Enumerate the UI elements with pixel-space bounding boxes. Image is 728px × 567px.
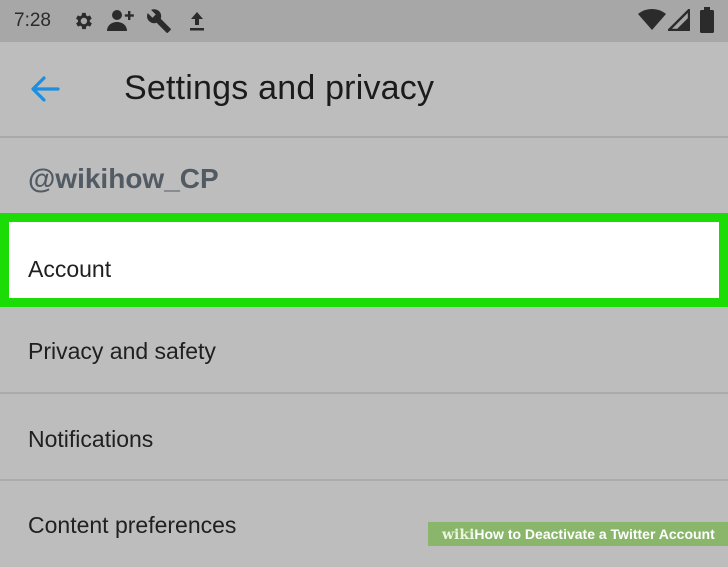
menu-item-privacy-and-safety[interactable]: Privacy and safety bbox=[0, 307, 728, 393]
menu-item-account[interactable]: Account bbox=[0, 213, 728, 307]
wrench-icon bbox=[147, 9, 171, 33]
battery-icon bbox=[700, 7, 714, 33]
watermark-brand: wiki bbox=[442, 527, 475, 543]
menu-item-label: Account bbox=[28, 256, 112, 282]
upload-icon bbox=[190, 12, 204, 31]
menu-item-label: Privacy and safety bbox=[28, 338, 216, 364]
status-time: 7:28 bbox=[14, 10, 51, 31]
signal-icon bbox=[668, 9, 690, 31]
watermark-text: How to Deactivate a Twitter Account bbox=[474, 526, 715, 542]
settings-gear-icon bbox=[76, 12, 92, 30]
account-username: @wikihow_CP bbox=[28, 163, 219, 194]
menu-item-notifications[interactable]: Notifications bbox=[0, 394, 728, 480]
back-button[interactable] bbox=[28, 72, 68, 108]
wifi-icon bbox=[638, 9, 666, 30]
app-bar: Settings and privacy bbox=[0, 42, 728, 138]
add-person-icon bbox=[107, 10, 134, 31]
menu-item-label: Notifications bbox=[28, 426, 154, 452]
status-bar: 7:28 bbox=[0, 0, 728, 42]
arrow-left-icon bbox=[31, 76, 60, 102]
page-title: Settings and privacy bbox=[124, 69, 435, 107]
menu-item-label: Content preferences bbox=[28, 512, 237, 538]
wikihow-watermark: wikiHow to Deactivate a Twitter Account bbox=[428, 522, 728, 546]
